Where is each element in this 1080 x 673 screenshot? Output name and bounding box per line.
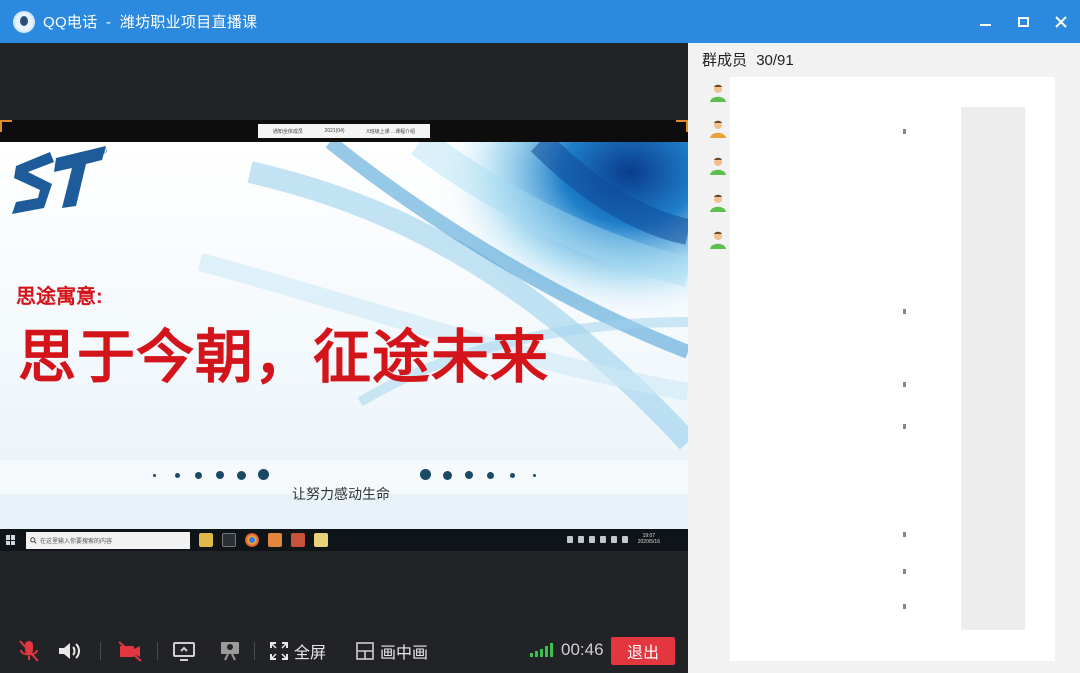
slide-subtitle: 思途寓意: [16, 286, 103, 308]
taskbar-clock: 19:07 2020/5/16 [638, 533, 660, 545]
members-header-label: 群成员 [702, 52, 748, 69]
slide-dot [510, 473, 515, 478]
taskbar-clock-date: 2020/5/16 [637, 539, 660, 545]
slide-dot [443, 471, 452, 480]
slide-tagline: 让努力感动生命 [292, 486, 390, 502]
title-bar[interactable]: QQ电话 - 潍坊职业项目直播课 [0, 0, 1080, 43]
browser-icon [268, 533, 282, 547]
members-header: 群成员 30/91 [702, 49, 794, 70]
fullscreen-icon [270, 641, 288, 660]
toolbar-separator [157, 642, 158, 660]
folder-icon [314, 533, 328, 547]
camera-off-icon [118, 640, 142, 662]
camera-button[interactable] [117, 628, 143, 673]
member-avatar-icon[interactable] [708, 83, 728, 103]
frame-corner [676, 120, 688, 132]
list-tick [903, 604, 906, 609]
signal-strength-icon [530, 643, 553, 657]
st-logo: ® [12, 146, 108, 214]
toolbar-separator [100, 642, 101, 660]
slide-dot [465, 471, 473, 479]
list-tick [903, 129, 906, 134]
close-button[interactable] [1042, 0, 1080, 43]
mute-mic-button[interactable] [18, 628, 40, 673]
list-tick [903, 309, 906, 314]
group-name: 潍坊职业项目直播课 [119, 14, 258, 31]
exit-call-button[interactable]: 退出 [611, 637, 675, 665]
powerpoint-icon [291, 533, 305, 547]
fullscreen-button[interactable]: 全屏 [270, 628, 326, 673]
topbar-item: 2021(04) [324, 128, 345, 134]
slide-dot [175, 473, 180, 478]
call-toolbar: 全屏 画中画 00:46 退出 [0, 628, 688, 673]
slide-dot [153, 474, 156, 477]
maximize-icon [1017, 16, 1029, 27]
member-avatar-icon[interactable] [708, 230, 728, 250]
system-tray-icons [567, 536, 628, 543]
chrome-icon [245, 533, 259, 547]
file-explorer-icon [199, 533, 213, 547]
toolbar-separator [254, 642, 255, 660]
topbar-item: 通知全体成员 [272, 128, 303, 135]
call-duration: 00:46 [561, 640, 604, 659]
list-tick [903, 569, 906, 574]
app-name: QQ电话 [43, 14, 98, 31]
member-avatar-icon[interactable] [708, 119, 728, 139]
screen-share-icon [173, 641, 195, 661]
taskbar-search-box: 在这里输入你要搜索的内容 [26, 531, 190, 549]
slide-dot [420, 469, 431, 480]
pip-label: 画中画 [380, 644, 429, 662]
presenter-icon [221, 641, 239, 660]
members-list-redacted-area [961, 107, 1025, 630]
member-avatar-icon[interactable] [708, 156, 728, 176]
slide-dot [195, 472, 202, 479]
speaker-button[interactable] [56, 628, 82, 673]
slide-dot [533, 474, 536, 477]
presentation-slide: ® 思途寓意: 思于今朝，征途未来 让努力感动生命 [0, 142, 688, 529]
slide-dot [237, 471, 246, 480]
window-controls [966, 0, 1080, 43]
app-icon [222, 533, 236, 547]
list-tick [903, 424, 906, 429]
members-list[interactable] [730, 77, 1055, 661]
taskbar-search-placeholder: 在这里输入你要搜索的内容 [40, 538, 113, 545]
title-separator: - [106, 14, 112, 31]
member-avatar-icon[interactable] [708, 193, 728, 213]
video-area[interactable]: 通知全体成员 2021(04) X班级上课 ...课程介绍 ® 思途寓意: 思于… [0, 43, 688, 628]
speaker-icon [59, 642, 80, 659]
members-panel: 群成员 30/91 [688, 43, 1080, 673]
minimize-icon [979, 23, 991, 26]
search-icon [30, 536, 37, 544]
slide-dot [216, 471, 224, 479]
qq-call-window: QQ电话 - 潍坊职业项目直播课 通知全体成员 2021(04) X班级上课 .… [0, 0, 1080, 673]
list-tick [903, 382, 906, 387]
list-tick [903, 532, 906, 537]
mic-muted-icon [19, 639, 39, 662]
fullscreen-label: 全屏 [294, 644, 327, 662]
slide-dot [487, 472, 494, 479]
picture-in-picture-icon [356, 641, 374, 660]
presentation-button[interactable] [218, 628, 242, 673]
maximize-button[interactable] [1004, 0, 1042, 43]
slide-headline: 思于今朝，征途未来 [18, 325, 550, 390]
topbar-item: X班级上课 ...课程介绍 [366, 128, 416, 135]
share-screen-button[interactable] [172, 628, 196, 673]
windows-start-icon [6, 535, 16, 545]
frame-corner [0, 120, 12, 132]
minimize-button[interactable] [966, 0, 1004, 43]
shared-windows-taskbar: 在这里输入你要搜索的内容 19:07 2020/5/16 [0, 529, 688, 551]
svg-text:®: ® [99, 147, 108, 157]
members-total-count: 91 [777, 52, 794, 69]
window-title: QQ电话 - 潍坊职业项目直播课 [43, 11, 257, 32]
members-online-count: 30 [756, 52, 773, 69]
qq-logo-icon [13, 10, 35, 33]
slide-dot [258, 469, 269, 480]
shared-screen[interactable]: 通知全体成员 2021(04) X班级上课 ...课程介绍 ® 思途寓意: 思于… [0, 120, 688, 551]
close-icon [1055, 15, 1067, 28]
picture-in-picture-button[interactable]: 画中画 [356, 628, 428, 673]
presentation-top-bar: 通知全体成员 2021(04) X班级上课 ...课程介绍 [258, 124, 430, 138]
